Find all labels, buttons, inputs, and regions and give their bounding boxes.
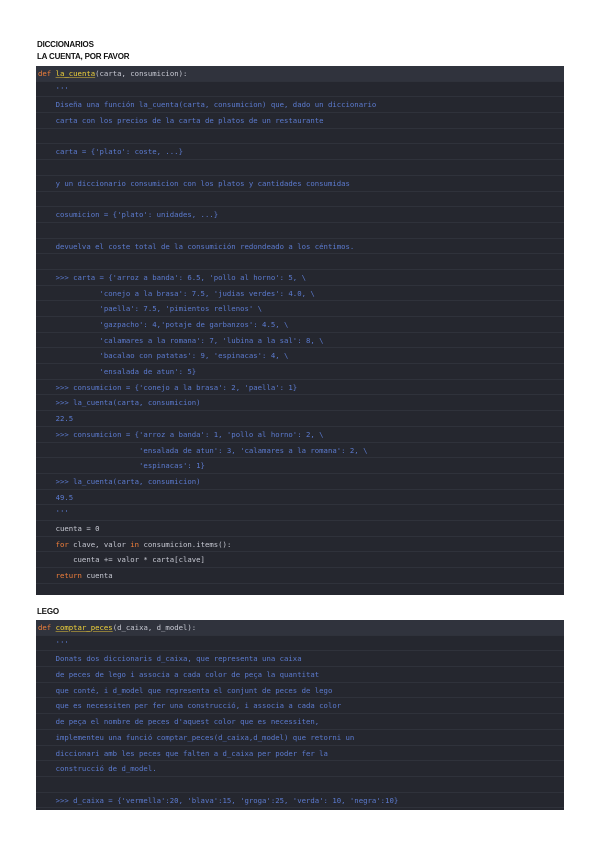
code-la-cuenta-line: 'espinacas': 1} bbox=[36, 458, 564, 474]
code-la-cuenta-line: 'ensalada de atun': 3, 'calamares a la r… bbox=[36, 443, 564, 459]
code-la-cuenta-line: for clave, valor in consumicion.items(): bbox=[36, 537, 564, 553]
code-block-la-cuenta: def la_cuenta(carta, consumicion): ''' D… bbox=[36, 66, 564, 595]
code-la-cuenta-line: cuenta = 0 bbox=[36, 521, 564, 537]
code-la-cuenta-line: >>> consumicion = {'conejo a la brasa': … bbox=[36, 380, 564, 396]
code-la-cuenta-line: >>> carta = {'arroz a banda': 6.5, 'poll… bbox=[36, 270, 564, 286]
code-la-cuenta-line: ''' bbox=[36, 82, 564, 98]
code-lego-line: implementeu una funció comptar_peces(d_c… bbox=[36, 730, 564, 746]
code-la-cuenta-line bbox=[36, 223, 564, 239]
code-la-cuenta-line: >>> la_cuenta(carta, consumicion) bbox=[36, 474, 564, 490]
code-la-cuenta-line: 22.5 bbox=[36, 411, 564, 427]
code-la-cuenta-line: >>> la_cuenta(carta, consumicion) bbox=[36, 395, 564, 412]
code-la-cuenta-line: 'bacalao con patatas': 9, 'espinacas': 4… bbox=[36, 348, 564, 365]
code-la-cuenta-line: 'paella': 7.5, 'pimientos rellenos' \ bbox=[36, 301, 564, 317]
code-lego-line: ''' bbox=[36, 636, 564, 652]
code-la-cuenta-line: Diseña una función la_cuenta(carta, cons… bbox=[36, 97, 564, 114]
code-la-cuenta-line: >>> consumicion = {'arroz a banda': 1, '… bbox=[36, 427, 564, 443]
code-la-cuenta-line: carta = {'plato': coste, ...} bbox=[36, 144, 564, 161]
code-la-cuenta-line: 'conejo a la brasa': 7.5, 'judias verdes… bbox=[36, 286, 564, 302]
code-la-cuenta-line: 'calamares a la romana': 7, 'lubina a la… bbox=[36, 333, 564, 349]
section-title-diccionarios: DICCIONARIOS bbox=[37, 40, 94, 49]
code-lego-line: >>> d_model = {'gris': 9, 'vermella':10,… bbox=[36, 808, 564, 810]
code-lego-line: que conté, i d_model que representa el c… bbox=[36, 683, 564, 699]
code-block-lego: def comptar_peces(d_caixa, d_model): '''… bbox=[36, 620, 564, 810]
code-la-cuenta-line: cuenta += valor * carta[clave] bbox=[36, 552, 564, 568]
code-lego-line: de peça el nombre de peces d'aquest colo… bbox=[36, 714, 564, 730]
code-la-cuenta-line: devuelva el coste total de la consumició… bbox=[36, 239, 564, 255]
code-lego-line: que es necessiten per fer una construcci… bbox=[36, 698, 564, 715]
code-la-cuenta-line: carta con los precios de la carta de pla… bbox=[36, 113, 564, 129]
code-la-cuenta-line: 'ensalada de atun': 5} bbox=[36, 364, 564, 380]
section-title-lego: LEGO bbox=[37, 607, 59, 616]
code-lego-line: de peces de lego i associa a cada color … bbox=[36, 667, 564, 683]
section-subtitle-la-cuenta: LA CUENTA, POR FAVOR bbox=[37, 52, 130, 61]
code-la-cuenta-line: return cuenta bbox=[36, 568, 564, 584]
code-la-cuenta-line: 'gazpacho': 4,'potaje de garbanzos': 4.5… bbox=[36, 317, 564, 333]
code-la-cuenta-line: ''' bbox=[36, 505, 564, 521]
code-lego-line: construcció de d_model. bbox=[36, 761, 564, 777]
code-la-cuenta-line bbox=[36, 160, 564, 176]
code-la-cuenta-line: def la_cuenta(carta, consumicion): bbox=[36, 66, 564, 82]
code-lego-line: Donats dos diccionaris d_caixa, que repr… bbox=[36, 651, 564, 668]
code-la-cuenta-line: y un diccionario consumicion con los pla… bbox=[36, 176, 564, 192]
code-lego-line bbox=[36, 777, 564, 793]
code-lego-line: def comptar_peces(d_caixa, d_model): bbox=[36, 620, 564, 636]
code-lego-line: >>> d_caixa = {'vermella':20, 'blava':15… bbox=[36, 793, 564, 809]
code-la-cuenta-line bbox=[36, 254, 564, 270]
code-lego-line: diccionari amb les peces que falten a d_… bbox=[36, 746, 564, 762]
code-la-cuenta-line bbox=[36, 192, 564, 208]
code-la-cuenta-line: cosumicion = {'plato': unidades, ...} bbox=[36, 207, 564, 223]
code-la-cuenta-line bbox=[36, 129, 564, 145]
code-la-cuenta-line: 49.5 bbox=[36, 490, 564, 506]
code-la-cuenta-line bbox=[36, 584, 564, 595]
